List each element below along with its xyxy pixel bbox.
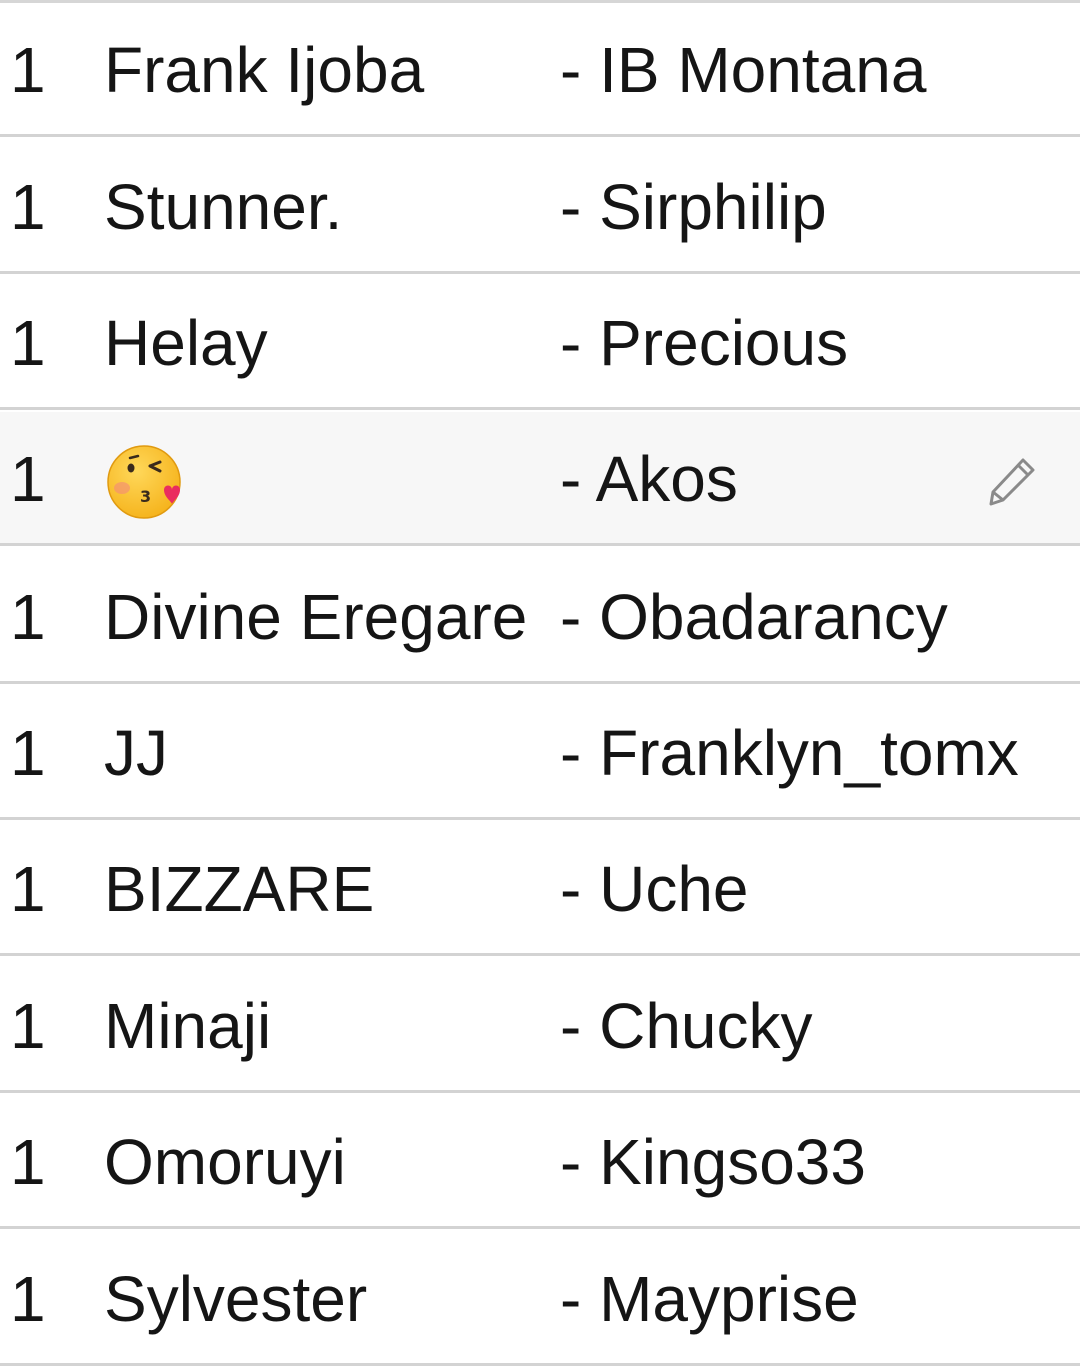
table-row[interactable]: 1 Frank Ijoba - IB Montana <box>0 3 1080 137</box>
row-name: Omoruyi <box>104 1126 346 1198</box>
row-quantity: 1 <box>10 581 46 653</box>
table-row[interactable]: 1 Omoruyi - Kingso33 <box>0 1095 1080 1229</box>
row-partner: - IB Montana <box>560 34 927 106</box>
row-name: JJ <box>104 717 168 789</box>
pencil-edit-icon[interactable] <box>985 454 1037 510</box>
pairings-table: 1 Frank Ijoba - IB Montana 1 Stunner. - … <box>0 0 1080 1366</box>
row-quantity: 1 <box>10 1263 46 1335</box>
row-quantity: 1 <box>10 171 46 243</box>
row-name: Minaji <box>104 990 272 1062</box>
row-partner: - Sirphilip <box>560 171 827 243</box>
row-quantity: 1 <box>10 1126 46 1198</box>
row-partner: - Kingso33 <box>560 1126 866 1198</box>
table-row[interactable]: 1 Divine Eregare - Obadarancy <box>0 550 1080 684</box>
row-name: BIZZARE <box>104 853 375 925</box>
row-quantity: 1 <box>10 34 46 106</box>
table-row[interactable]: 1 Stunner. - Sirphilip <box>0 140 1080 274</box>
row-quantity: 1 <box>10 853 46 925</box>
row-partner: - Franklyn_tomx <box>560 717 1019 789</box>
row-name: Stunner. <box>104 171 343 243</box>
table-row[interactable]: 1 JJ - Franklyn_tomx <box>0 686 1080 820</box>
svg-text:3: 3 <box>140 487 151 506</box>
row-name: Divine Eregare <box>104 581 528 653</box>
table-row-selected[interactable]: 1 3 - Akos <box>0 412 1080 546</box>
table-row[interactable]: 1 Helay - Precious <box>0 276 1080 410</box>
row-name: Frank Ijoba <box>104 34 425 106</box>
row-quantity: 1 <box>10 443 46 515</box>
row-partner: - Uche <box>560 853 749 925</box>
row-name: Helay <box>104 307 268 379</box>
kissing-face-icon: 3 <box>107 445 181 519</box>
table-row[interactable]: 1 Sylvester - Mayprise <box>0 1232 1080 1366</box>
row-partner: - Mayprise <box>560 1263 859 1335</box>
row-partner: - Obadarancy <box>560 581 948 653</box>
row-partner: - Chucky <box>560 990 813 1062</box>
table-row[interactable]: 1 Minaji - Chucky <box>0 959 1080 1093</box>
row-name: Sylvester <box>104 1263 368 1335</box>
row-quantity: 1 <box>10 990 46 1062</box>
row-quantity: 1 <box>10 717 46 789</box>
row-partner: - Akos <box>560 443 738 515</box>
table-row[interactable]: 1 BIZZARE - Uche <box>0 822 1080 956</box>
row-partner: - Precious <box>560 307 849 379</box>
row-quantity: 1 <box>10 307 46 379</box>
